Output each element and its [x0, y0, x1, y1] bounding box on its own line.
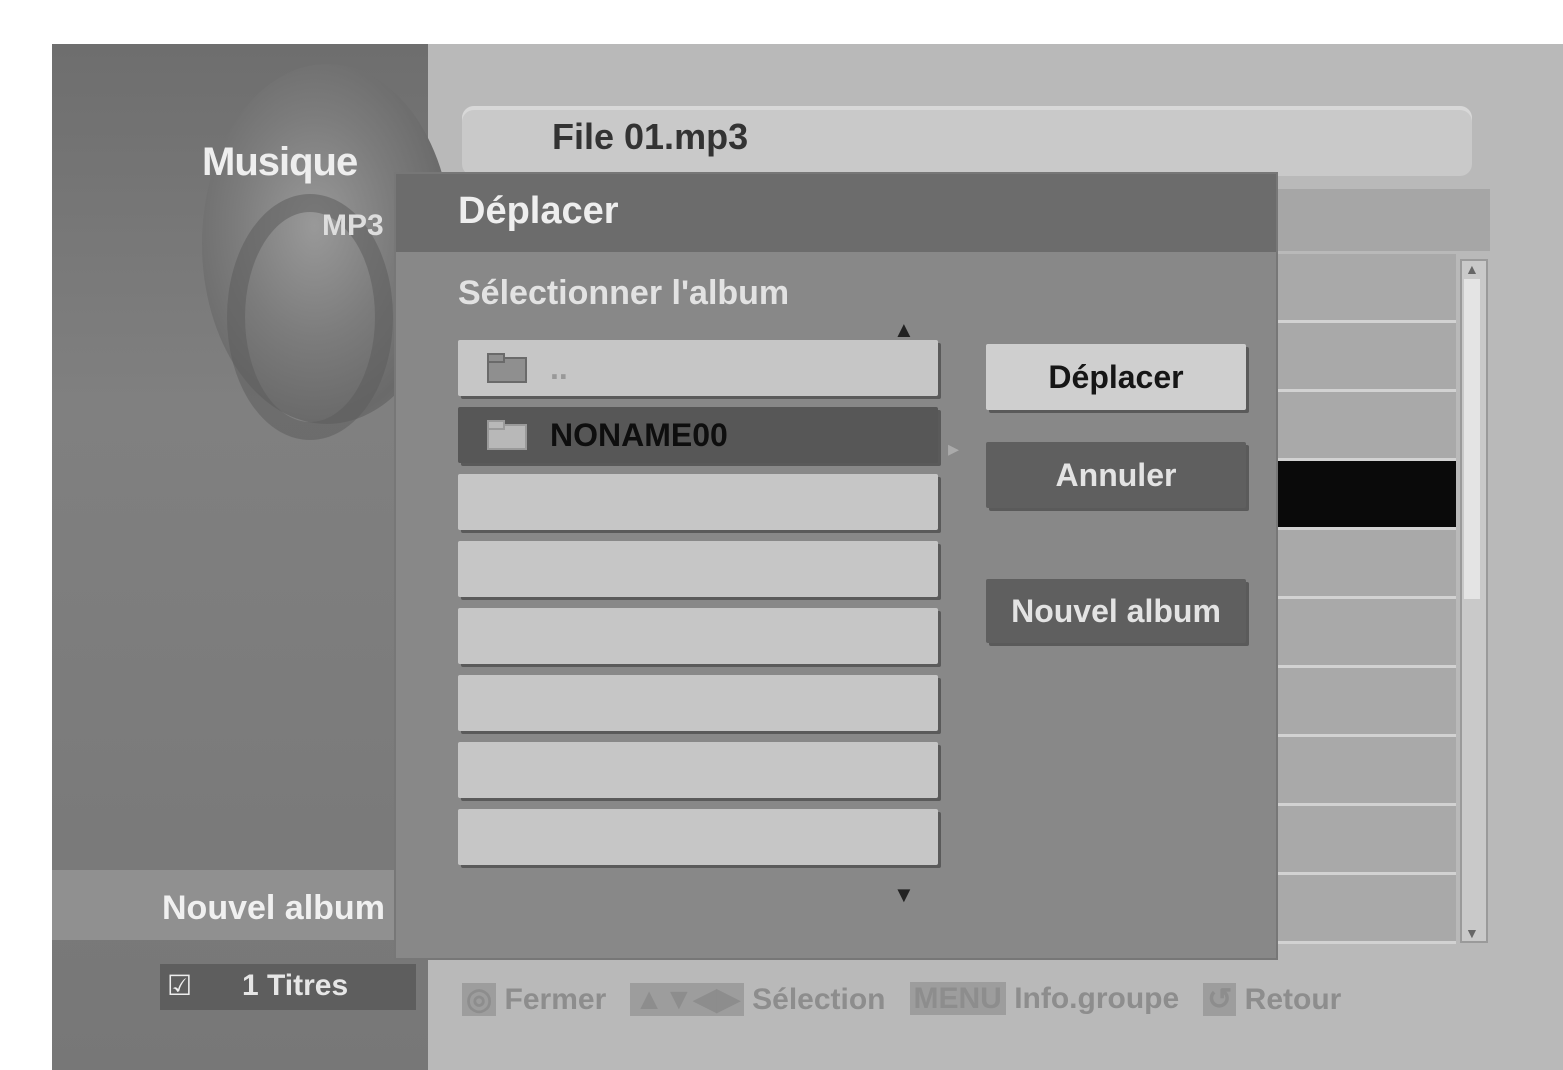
album-row[interactable]: [458, 675, 938, 731]
list-header: [1272, 189, 1490, 251]
album-label: ..: [550, 350, 568, 386]
album-row[interactable]: [458, 608, 938, 664]
hint-back: ↺ Retour: [1203, 982, 1341, 1017]
screen: Musique MP3 Nouvel album ☑ 1 Titres File…: [52, 44, 1563, 1070]
list-item[interactable]: [1276, 530, 1456, 599]
scroll-thumb[interactable]: [1464, 279, 1480, 599]
scrollbar[interactable]: ▲ ▼: [1460, 259, 1488, 943]
selected-item-label: Nouvel album: [162, 889, 385, 927]
list-item[interactable]: [1276, 323, 1456, 392]
scroll-down-icon[interactable]: ▼: [1465, 925, 1479, 941]
scroll-up-icon[interactable]: ▲: [1465, 261, 1479, 277]
hint-close: ◎ Fermer: [462, 982, 606, 1017]
hint-label: Retour: [1244, 982, 1342, 1016]
move-button[interactable]: Déplacer: [986, 344, 1246, 410]
new-album-button[interactable]: Nouvel album: [986, 579, 1246, 643]
album-row[interactable]: [458, 742, 938, 798]
list-item[interactable]: [1276, 254, 1456, 323]
left-panel: Musique MP3 Nouvel album ☑ 1 Titres: [52, 44, 452, 1070]
focus-arrow-icon: ▸: [948, 436, 960, 461]
list-item[interactable]: [1276, 737, 1456, 806]
album-row-parent[interactable]: ..: [458, 340, 938, 396]
list-item[interactable]: [1276, 599, 1456, 668]
hint-label: Fermer: [504, 982, 607, 1016]
menu-key-icon: MENU: [909, 982, 1006, 1015]
parent-folder-icon: [487, 353, 527, 383]
folder-icon: [487, 420, 527, 450]
album-row[interactable]: [458, 474, 938, 530]
hint-info: MENU Info.groupe: [909, 982, 1180, 1016]
hint-select: ▲▼◀▶ Sélection: [630, 982, 886, 1017]
move-dialog: Déplacer Sélectionner l'album ▲ .. NONAM…: [396, 174, 1276, 958]
list-item[interactable]: [1276, 461, 1456, 530]
track-count-label: 1 Titres: [242, 969, 349, 1002]
hint-label: Info.groupe: [1014, 982, 1180, 1015]
list-item[interactable]: [1276, 875, 1456, 944]
list-item[interactable]: [1276, 392, 1456, 461]
close-key-icon: ◎: [462, 982, 497, 1016]
scroll-down-icon[interactable]: ▼: [893, 882, 915, 908]
album-list: .. NONAME00: [458, 340, 938, 876]
return-key-icon: ↺: [1203, 982, 1237, 1016]
app-subtitle: MP3: [322, 209, 384, 242]
album-row[interactable]: [458, 809, 938, 865]
album-row-selected[interactable]: NONAME00: [458, 407, 938, 463]
dialog-title: Déplacer: [458, 190, 619, 232]
hints-bar: ◎ Fermer ▲▼◀▶ Sélection MENU Info.groupe…: [462, 974, 1542, 1024]
list-item[interactable]: [1276, 668, 1456, 737]
arrows-key-icon: ▲▼◀▶: [630, 982, 744, 1016]
list-item[interactable]: [1276, 806, 1456, 875]
album-label: NONAME00: [550, 417, 728, 453]
file-name: File 01.mp3: [552, 116, 749, 157]
cancel-button[interactable]: Annuler: [986, 442, 1246, 508]
album-row[interactable]: [458, 541, 938, 597]
checkbox-icon: ☑: [167, 970, 193, 1001]
app-title: Musique: [202, 140, 358, 184]
file-list: [1276, 254, 1456, 944]
hint-label: Sélection: [752, 982, 886, 1016]
dialog-subtitle: Sélectionner l'album: [458, 274, 790, 312]
